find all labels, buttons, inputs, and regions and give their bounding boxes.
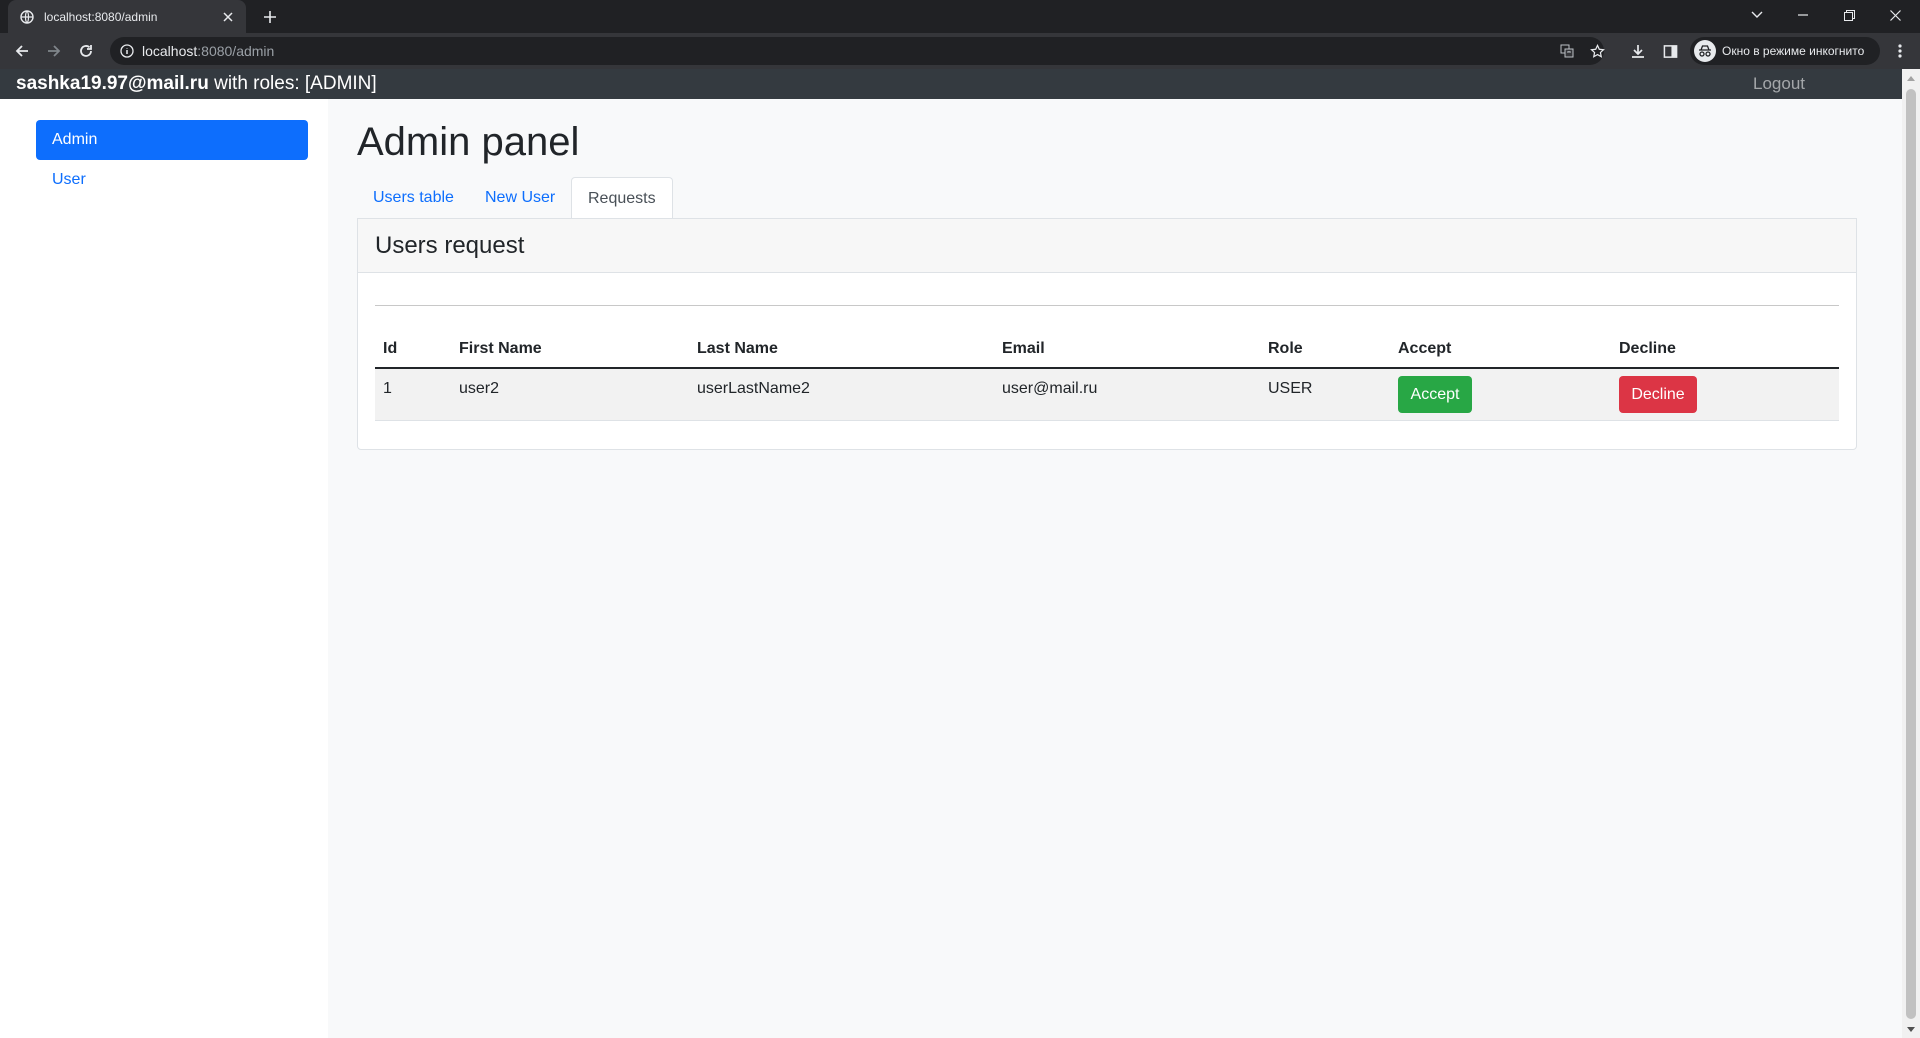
minimize-icon[interactable]: [1780, 0, 1826, 30]
page-scrollbar[interactable]: [1902, 69, 1920, 1038]
column-header-role: Role: [1268, 340, 1303, 357]
url-host: localhost: [142, 43, 198, 59]
site-info-icon[interactable]: [120, 44, 134, 58]
browser-menu-icon[interactable]: [1890, 41, 1910, 61]
column-header-id: Id: [383, 340, 398, 357]
close-window-icon[interactable]: [1872, 0, 1918, 30]
address-url: localhost:8080/admin: [142, 43, 274, 59]
logout-link[interactable]: Logout: [1753, 74, 1805, 94]
cell-last-name: userLastName2: [697, 380, 810, 397]
top-navbar: sashka19.97@mail.ru with roles: [ADMIN]: [0, 69, 1902, 99]
decline-button[interactable]: Decline: [1619, 376, 1697, 413]
address-bar[interactable]: localhost:8080/admin: [110, 37, 1606, 65]
scroll-up-icon[interactable]: [1906, 73, 1916, 83]
cell-id: 1: [383, 380, 392, 397]
navbar-user-email: sashka19.97@mail.ru: [16, 73, 209, 94]
sidebar: Admin User: [4, 99, 328, 1038]
translate-icon[interactable]: [1558, 42, 1576, 60]
close-tab-icon[interactable]: [220, 9, 236, 25]
reload-icon[interactable]: [72, 37, 100, 65]
incognito-indicator[interactable]: Окно в режиме инкогнито: [1690, 37, 1880, 65]
scrollbar-thumb[interactable]: [1906, 89, 1916, 1019]
requests-card: Users request Id First Name Last Name Em…: [357, 218, 1857, 450]
tab-users-table[interactable]: Users table: [357, 177, 470, 219]
divider: [375, 305, 1839, 306]
card-title: Users request: [358, 219, 1856, 273]
accept-button[interactable]: Accept: [1398, 376, 1472, 413]
sidebar-item-admin[interactable]: Admin: [36, 120, 308, 160]
column-header-first-name: First Name: [459, 340, 542, 357]
downloads-icon[interactable]: [1628, 41, 1648, 61]
bookmark-star-icon[interactable]: [1588, 42, 1606, 60]
incognito-label: Окно в режиме инкогнито: [1722, 44, 1865, 58]
column-header-email: Email: [1002, 340, 1045, 357]
tab-bar: Users table New User Requests: [357, 177, 1857, 220]
tab-search-icon[interactable]: [1734, 0, 1780, 30]
cell-first-name: user2: [459, 380, 500, 397]
page-title: Admin panel: [357, 120, 580, 164]
globe-icon: [20, 9, 34, 24]
column-header-decline: Decline: [1619, 340, 1676, 357]
url-path: :8080/admin: [197, 43, 275, 59]
navbar-user-info: sashka19.97@mail.ru with roles: [ADMIN]: [16, 73, 377, 95]
table-row: 1 user2 userLastName2 user@mail.ru USER …: [375, 369, 1839, 421]
restore-icon[interactable]: [1826, 0, 1872, 30]
column-header-last-name: Last Name: [697, 340, 778, 357]
tab-new-user[interactable]: New User: [469, 177, 571, 219]
browser-tabstrip: localhost:8080/admin: [0, 0, 1920, 33]
forward-icon[interactable]: [40, 37, 68, 65]
side-panel-icon[interactable]: [1660, 41, 1680, 61]
tab-requests[interactable]: Requests: [571, 177, 673, 220]
browser-tab-title: localhost:8080/admin: [44, 9, 158, 24]
column-header-accept: Accept: [1398, 340, 1452, 357]
back-icon[interactable]: [8, 37, 36, 65]
cell-role: USER: [1268, 380, 1313, 397]
new-tab-icon[interactable]: [258, 5, 282, 29]
navbar-roles: with roles: [ADMIN]: [208, 73, 377, 94]
incognito-icon: [1694, 40, 1716, 62]
sidebar-item-user[interactable]: User: [36, 160, 308, 200]
browser-toolbar: localhost:8080/admin Окно в режиме инког…: [0, 33, 1920, 69]
scroll-down-icon[interactable]: [1906, 1024, 1916, 1034]
browser-tab[interactable]: localhost:8080/admin: [8, 0, 246, 33]
table-header: Id First Name Last Name Email Role Accep…: [375, 331, 1839, 369]
cell-email: user@mail.ru: [1002, 380, 1098, 397]
